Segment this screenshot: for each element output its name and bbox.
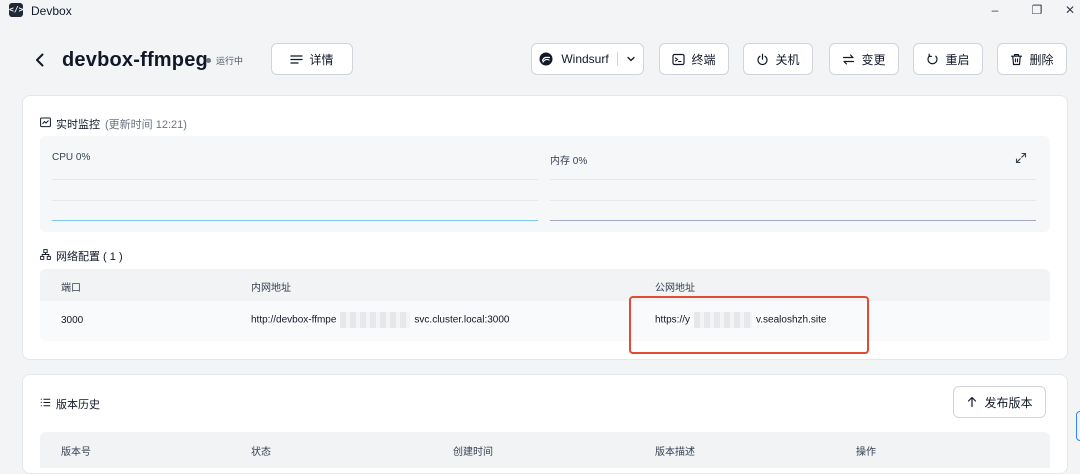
chevron-down-icon[interactable] (626, 54, 636, 64)
publish-version-label: 发布版本 (984, 395, 1033, 410)
terminal-button[interactable]: 终端 (659, 43, 729, 75)
memory-gridline (550, 200, 1036, 201)
shutdown-label: 关机 (775, 52, 800, 67)
version-title: 版本历史 (56, 399, 100, 411)
side-float-tab[interactable] (1076, 411, 1080, 441)
cpu-gridline (52, 200, 538, 201)
restart-button[interactable]: 重启 (913, 43, 983, 75)
status-label: 运行中 (216, 55, 244, 66)
ide-divider (616, 52, 618, 66)
internal-address[interactable]: http://devbox-ffmpe svc.cluster.local:300… (251, 312, 509, 328)
memory-series-line (550, 220, 1036, 221)
redacted-block (340, 312, 411, 328)
cpu-label: CPU 0% (52, 152, 91, 163)
change-button[interactable]: 变更 (829, 43, 899, 75)
monitor-panel (40, 136, 1050, 232)
column-header-created: 创建时间 (453, 447, 493, 458)
column-header-version: 版本号 (61, 447, 91, 458)
network-icon (40, 249, 51, 263)
trash-icon (1010, 53, 1023, 66)
version-section-title: 版本历史 (40, 396, 100, 412)
column-header-public: 公网地址 (655, 283, 695, 294)
chart-monitor-icon (40, 117, 51, 131)
column-header-internal: 内网地址 (251, 283, 291, 294)
table-row (40, 301, 1050, 341)
memory-gridline (550, 179, 1036, 180)
shutdown-button[interactable]: 关机 (743, 43, 813, 75)
network-table-header (40, 269, 1050, 301)
cpu-series-line (52, 220, 538, 221)
change-label: 变更 (861, 52, 886, 67)
arrow-up-icon (966, 396, 978, 408)
status-dot-icon (206, 57, 211, 63)
delete-label: 删除 (1029, 52, 1054, 67)
restart-icon (926, 53, 939, 66)
monitor-section-title: 实时监控 (更新时间 12:21) (40, 116, 187, 132)
memory-label: 内存 0% (550, 156, 588, 167)
network-title: 网络配置 ( 1 ) (56, 251, 123, 263)
internal-address-suffix: svc.cluster.local:3000 (414, 314, 510, 326)
ide-select[interactable]: Windsurf (531, 43, 644, 75)
internal-address-prefix: http://devbox-ffmpe (251, 314, 337, 326)
window-title: Devbox (31, 4, 72, 18)
list-icon (40, 397, 51, 411)
app-logo-icon: </> (9, 3, 23, 17)
column-header-port: 端口 (61, 283, 81, 294)
detail-label: 详情 (309, 52, 334, 67)
network-section-title: 网络配置 ( 1 ) (40, 248, 123, 264)
cpu-gridline (52, 179, 538, 180)
monitor-title: 实时监控 (56, 119, 100, 131)
terminal-label: 终端 (691, 52, 716, 67)
delete-button[interactable]: 删除 (997, 43, 1067, 75)
swap-arrows-icon (842, 53, 855, 66)
devbox-name: devbox-ffmpeg (62, 49, 208, 71)
expand-icon[interactable] (1015, 151, 1027, 164)
terminal-icon (672, 53, 686, 66)
column-header-actions: 操作 (856, 447, 876, 458)
detail-button[interactable]: 详情 (271, 43, 353, 75)
close-window-button[interactable]: ✕ (1060, 2, 1080, 18)
highlight-annotation-box (629, 296, 869, 354)
windsurf-icon (539, 52, 553, 66)
monitor-updated-time: (更新时间 12:21) (105, 119, 187, 131)
restart-label: 重启 (945, 52, 970, 67)
ide-label: Windsurf (561, 52, 609, 66)
status-badge: 运行中 (206, 53, 243, 67)
column-header-description: 版本描述 (655, 447, 695, 458)
power-icon (756, 53, 769, 66)
window-titlebar (0, 0, 1080, 22)
minimize-button[interactable]: – (985, 2, 1005, 18)
menu-lines-icon (290, 53, 304, 66)
port-value: 3000 (61, 315, 84, 326)
version-table-header (40, 432, 1050, 468)
publish-version-button[interactable]: 发布版本 (953, 386, 1046, 418)
column-header-status: 状态 (251, 447, 271, 458)
back-chevron-icon[interactable] (30, 50, 50, 70)
maximize-button[interactable]: ❐ (1027, 2, 1047, 18)
